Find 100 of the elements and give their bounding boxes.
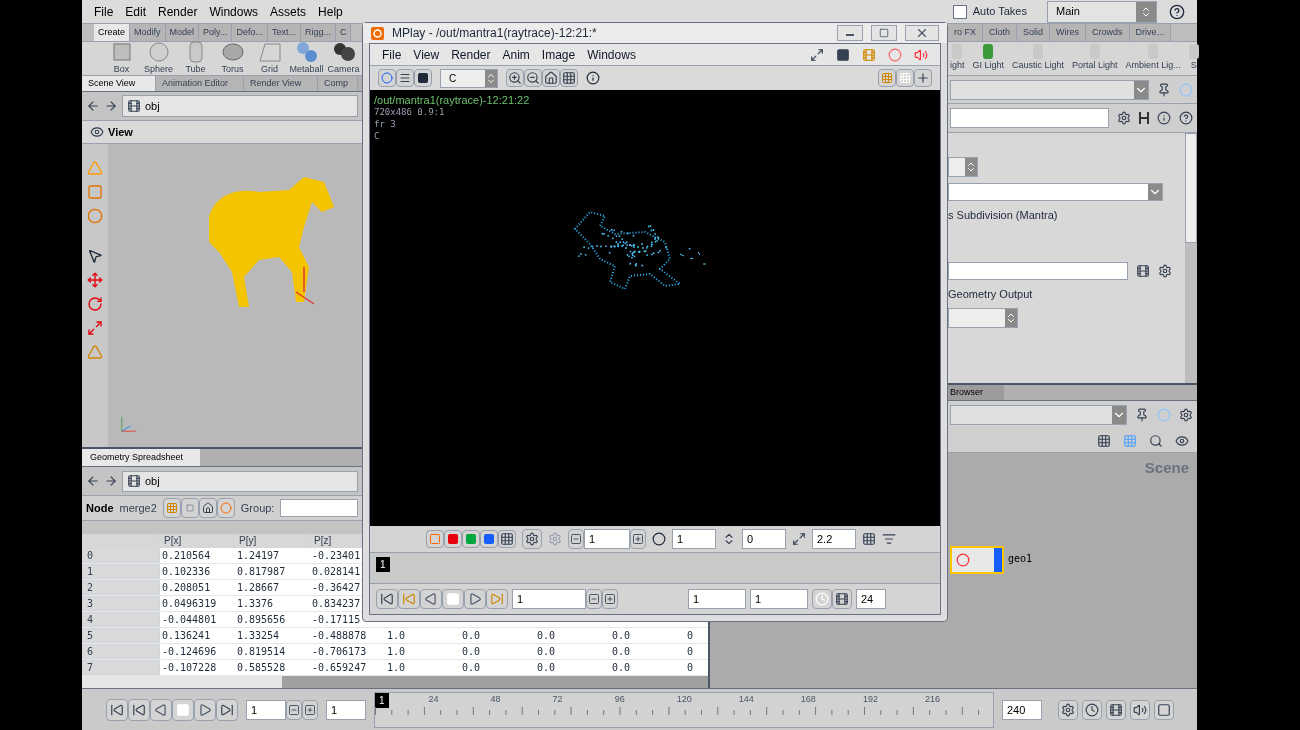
- frame-field[interactable]: 1: [512, 589, 586, 610]
- shelf-tool[interactable]: Tube: [180, 40, 211, 77]
- path-field[interactable]: obj: [122, 95, 358, 117]
- guide-button[interactable]: [896, 69, 914, 88]
- pane-tab[interactable]: Scene View: [82, 76, 156, 91]
- channel-button[interactable]: [480, 530, 498, 549]
- shelf-tab[interactable]: Text...: [267, 24, 301, 41]
- previous-key-button[interactable]: [128, 698, 150, 721]
- decrement-button[interactable]: [286, 699, 302, 720]
- decrement-button[interactable]: [568, 529, 584, 550]
- start-frame-field[interactable]: 1: [326, 699, 366, 720]
- output-stepper[interactable]: [948, 308, 1018, 328]
- menu-item[interactable]: Windows: [587, 45, 636, 64]
- node-name-field[interactable]: [950, 108, 1109, 128]
- increment-button[interactable]: [302, 699, 318, 720]
- shelf-tab[interactable]: Crowds: [1086, 24, 1130, 41]
- menu-item[interactable]: Edit: [125, 2, 147, 21]
- column-header[interactable]: P[x]: [160, 534, 235, 548]
- points-button[interactable]: [162, 498, 181, 518]
- crosshair-button[interactable]: [914, 69, 932, 88]
- menu-item[interactable]: Anim: [502, 45, 530, 64]
- shelf-tab[interactable]: Modify: [130, 24, 166, 41]
- increment-button[interactable]: [630, 529, 646, 550]
- channel-button[interactable]: [462, 530, 480, 549]
- play-button[interactable]: [194, 698, 216, 721]
- first-frame-button[interactable]: [376, 589, 398, 610]
- shelf-tool[interactable]: Caustic Light: [1012, 44, 1065, 73]
- offset-field[interactable]: 0: [742, 529, 786, 550]
- shelf-tab[interactable]: Defo...: [232, 24, 268, 41]
- row-index[interactable]: 1: [82, 564, 160, 579]
- play-back-button[interactable]: [150, 698, 172, 721]
- network-path-dropdown[interactable]: [950, 405, 1127, 425]
- zoom-in-button[interactable]: [506, 69, 524, 88]
- shelf-tab[interactable]: Wires: [1050, 24, 1087, 41]
- scrollbar-thumb[interactable]: [82, 676, 282, 688]
- path-field[interactable]: obj: [122, 470, 358, 492]
- menu-item[interactable]: Windows: [209, 2, 259, 21]
- checker-button[interactable]: [878, 69, 896, 88]
- shelf-tab[interactable]: Create: [94, 24, 130, 41]
- shelf-tab[interactable]: Rigg...: [300, 24, 336, 41]
- shelf-tool[interactable]: Portal Light: [1072, 44, 1118, 73]
- operator-dropdown[interactable]: [950, 79, 1149, 100]
- shelf-tool[interactable]: Grid: [254, 40, 285, 77]
- row-index[interactable]: 2: [82, 580, 160, 595]
- auto-takes-checkbox[interactable]: [952, 4, 967, 19]
- play-back-button[interactable]: [420, 589, 442, 610]
- zoom-out-button[interactable]: [524, 69, 542, 88]
- image-button[interactable]: [414, 69, 432, 88]
- frame-field[interactable]: 1: [246, 699, 286, 720]
- row-index[interactable]: 0: [82, 548, 160, 563]
- group-field[interactable]: [280, 499, 358, 517]
- pane-tab[interactable]: Geometry Spreadsheet: [82, 449, 200, 466]
- row-index[interactable]: 4: [82, 612, 160, 627]
- primitives-button[interactable]: [198, 498, 217, 518]
- renderer-dropdown[interactable]: [948, 183, 1163, 201]
- list-button[interactable]: [396, 69, 414, 88]
- decrement-button[interactable]: [586, 589, 602, 610]
- channel-button[interactable]: [444, 530, 462, 549]
- row-index[interactable]: 7: [82, 660, 160, 675]
- shelf-tool[interactable]: Camera: [328, 40, 359, 77]
- menu-item[interactable]: View: [413, 45, 440, 64]
- desktop-dropdown[interactable]: Main: [1047, 0, 1157, 23]
- shelf-tool[interactable]: Ambient Lig...: [1125, 44, 1181, 73]
- shelf-tab[interactable]: Poly...: [199, 24, 233, 41]
- keys-button[interactable]: [1058, 699, 1078, 720]
- menu-item[interactable]: Render: [451, 45, 491, 64]
- pane-tab[interactable]: Render View: [244, 76, 318, 91]
- playback-options-button[interactable]: [832, 589, 852, 610]
- shelf-tab[interactable]: ro FX: [948, 24, 983, 41]
- row-index[interactable]: 6: [82, 644, 160, 659]
- file-field[interactable]: [948, 261, 1128, 280]
- rgb-button[interactable]: [426, 530, 444, 549]
- row-index[interactable]: 5: [82, 628, 160, 643]
- options-button[interactable]: [522, 529, 542, 550]
- first-frame-button[interactable]: [106, 698, 128, 721]
- stop-button[interactable]: [172, 698, 194, 721]
- home-button[interactable]: [542, 69, 560, 88]
- menu-item[interactable]: Help: [318, 2, 343, 21]
- minimize-button[interactable]: [837, 25, 863, 42]
- last-frame-button[interactable]: [216, 698, 238, 721]
- end-frame-field[interactable]: 1: [750, 589, 808, 610]
- shelf-tab[interactable]: Model: [165, 24, 200, 41]
- gamma-field[interactable]: 1: [672, 529, 716, 550]
- pane-tab[interactable]: Browser: [946, 385, 1004, 400]
- network-node[interactable]: [950, 546, 1004, 574]
- menu-item[interactable]: Render: [158, 2, 198, 21]
- shelf-tool[interactable]: Torus: [217, 40, 248, 77]
- shelf-tool[interactable]: Sphere: [143, 40, 174, 77]
- shelf-tool[interactable]: Box: [106, 40, 137, 77]
- display-gamma-field[interactable]: 2.2: [812, 529, 856, 550]
- timeline-ruler[interactable]: 1 24 48 72 96 120 144 168 192 216: [374, 691, 994, 728]
- playback-options-button[interactable]: [1106, 699, 1126, 720]
- menu-item[interactable]: File: [382, 45, 402, 64]
- row-index[interactable]: 3: [82, 596, 160, 611]
- plane-dropdown[interactable]: C: [440, 68, 498, 88]
- column-header[interactable]: P[z]: [310, 534, 362, 548]
- shelf-tool[interactable]: GI Light: [972, 44, 1005, 73]
- menu-item[interactable]: File: [94, 2, 114, 21]
- shelf-tab[interactable]: Drive...: [1129, 24, 1172, 41]
- exposure-field[interactable]: 1: [584, 529, 630, 550]
